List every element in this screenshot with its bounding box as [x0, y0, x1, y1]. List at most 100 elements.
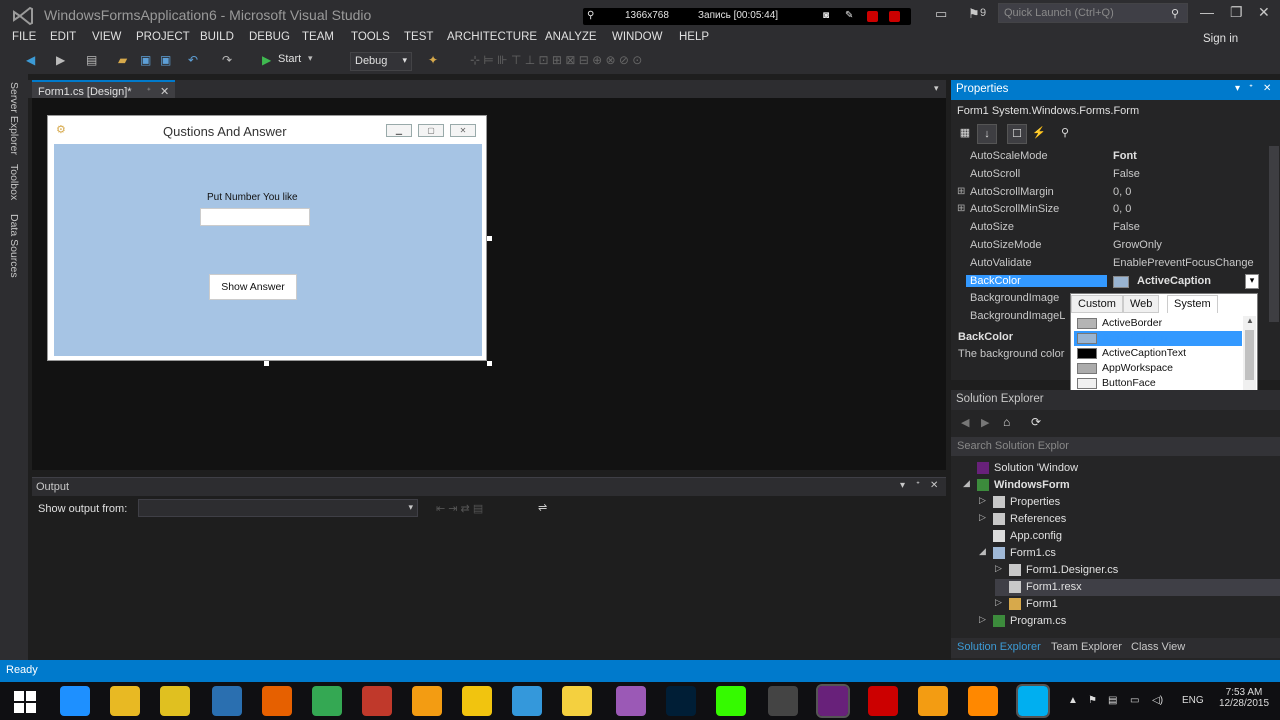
taskbar-app-v-icon[interactable] — [562, 686, 592, 716]
tree-node[interactable]: ▷ Form1 — [995, 596, 1280, 613]
property-value[interactable]: 0, 0 — [1113, 203, 1131, 215]
output-dropdown-icon[interactable]: ▾ — [900, 480, 905, 491]
resize-handle-right[interactable] — [487, 236, 492, 241]
expand-arrow-icon[interactable]: ▷ — [979, 495, 986, 506]
output-pin-icon[interactable]: ᐩ — [916, 480, 920, 491]
tree-node[interactable]: ◢ Form1.cs — [979, 545, 1280, 562]
expand-arrow-icon[interactable]: ▷ — [995, 597, 1002, 608]
menu-edit[interactable]: EDIT — [50, 31, 76, 43]
sol-forward-icon[interactable]: ▶ — [981, 416, 989, 429]
properties-object-selector[interactable]: Form1 System.Windows.Forms.Form — [957, 105, 1139, 117]
property-value[interactable]: EnablePreventFocusChange — [1113, 257, 1254, 269]
taskbar-app-blue-icon[interactable] — [212, 686, 242, 716]
tab-form1-design[interactable]: Form1.cs [Design]* ᐩ ✕ — [32, 80, 176, 98]
tab-team-explorer[interactable]: Team Explorer — [1051, 641, 1122, 653]
alphabetical-icon[interactable]: ↓ — [977, 124, 997, 144]
taskbar-recorder-icon[interactable] — [868, 686, 898, 716]
tree-node[interactable]: ▷ Program.cs — [979, 613, 1280, 630]
expand-arrow-icon[interactable]: ▷ — [979, 614, 986, 625]
taskbar-app-gem-icon[interactable] — [616, 686, 646, 716]
property-row[interactable]: AutoSizeMode GrowOnly — [951, 237, 1266, 255]
resize-handle-bottom[interactable] — [264, 361, 269, 366]
menu-analyze[interactable]: ANALYZE — [545, 31, 597, 43]
expand-icon[interactable]: ⊞ — [957, 186, 965, 197]
taskbar-vlc-icon[interactable] — [968, 686, 998, 716]
open-file-icon[interactable]: ▰ — [118, 53, 127, 67]
tab-custom[interactable]: Custom — [1071, 295, 1123, 313]
tree-node[interactable]: Form1.resx — [995, 579, 1280, 596]
tree-node[interactable]: ▷ Properties — [979, 494, 1280, 511]
events-icon[interactable]: ⚡ — [1029, 124, 1049, 144]
start-button[interactable]: Start — [278, 53, 301, 65]
property-value[interactable]: ActiveCaption — [1137, 275, 1211, 287]
close-tab-icon[interactable]: ✕ — [160, 86, 169, 98]
taskbar-skype-icon[interactable] — [1016, 684, 1050, 718]
properties-scrollbar[interactable] — [1269, 146, 1279, 322]
maximize-button[interactable]: ❐ — [1230, 4, 1243, 21]
property-value[interactable]: Font — [1113, 150, 1137, 162]
menu-test[interactable]: TEST — [404, 31, 433, 43]
menu-architecture[interactable]: ARCHITECTURE — [447, 31, 537, 43]
tab-list-chevron-icon[interactable]: ▾ — [934, 83, 939, 94]
color-item[interactable]: ActiveCaption — [1074, 331, 1242, 346]
start-dropdown-icon[interactable]: ▾ — [308, 53, 313, 64]
save-icon[interactable]: ▣ — [140, 53, 151, 67]
feedback-icon[interactable]: ▭ — [935, 6, 947, 22]
menu-debug[interactable]: DEBUG — [249, 31, 290, 43]
recorder-pen-icon[interactable]: ✎ — [845, 10, 853, 21]
form-client-area[interactable]: Put Number You like Show Answer — [54, 144, 482, 356]
taskbar-media-player-icon[interactable] — [918, 686, 948, 716]
sol-back-icon[interactable]: ◀ — [961, 416, 969, 429]
expand-arrow-icon[interactable]: ◢ — [979, 546, 986, 557]
color-item[interactable]: AppWorkspace — [1074, 361, 1242, 376]
save-all-icon[interactable]: ▣ — [160, 53, 171, 67]
taskbar-app-yellow-icon[interactable] — [462, 686, 492, 716]
start-icon[interactable]: ▶ — [262, 53, 271, 67]
expand-arrow-icon[interactable]: ▷ — [995, 563, 1002, 574]
language-indicator[interactable]: ENG — [1182, 695, 1204, 706]
taskbar-terminal-icon[interactable] — [768, 686, 798, 716]
taskbar-explorer-icon[interactable] — [110, 686, 140, 716]
quick-launch-input[interactable]: Quick Launch (Ctrl+Q) ⚲ — [998, 3, 1188, 23]
redo-icon[interactable]: ↷ — [222, 53, 232, 67]
property-value[interactable]: 0, 0 — [1113, 186, 1131, 198]
menu-project[interactable]: PROJECT — [136, 31, 190, 43]
tab-solution-explorer[interactable]: Solution Explorer — [957, 641, 1041, 653]
tab-class-view[interactable]: Class View — [1131, 641, 1185, 653]
property-row[interactable]: AutoSize False — [951, 219, 1266, 237]
pin-icon[interactable]: ᐩ — [147, 86, 151, 98]
taskbar-firefox-icon[interactable] — [262, 686, 292, 716]
menu-window[interactable]: WINDOW — [612, 31, 662, 43]
property-pages-icon[interactable]: ⚲ — [1055, 124, 1075, 144]
resize-handle-corner[interactable] — [487, 361, 492, 366]
form-designer-window[interactable]: ⚙ Qustions And Answer ▁ ▢ ✕ Put Number Y… — [47, 115, 487, 361]
output-close-icon[interactable]: ✕ — [930, 480, 938, 491]
new-project-icon[interactable]: ▤ — [86, 53, 97, 67]
sign-in-link[interactable]: Sign in — [1203, 33, 1238, 45]
action-center-icon[interactable]: ⚑ — [1088, 695, 1097, 706]
tree-node[interactable]: ◢ WindowsForm — [963, 477, 1280, 494]
taskbar-dreamweaver-icon[interactable] — [716, 686, 746, 716]
taskbar-chrome-icon[interactable] — [312, 686, 342, 716]
volume-icon[interactable]: ◁) — [1152, 695, 1163, 706]
tree-node[interactable]: Solution 'Window — [963, 460, 1280, 477]
menu-view[interactable]: VIEW — [92, 31, 121, 43]
taskbar-visual-studio-icon[interactable] — [816, 684, 850, 718]
property-row[interactable]: ⊞ AutoScrollMinSize 0, 0 — [951, 201, 1266, 219]
recorder-pause-button[interactable] — [867, 11, 878, 22]
clock[interactable]: 7:53 AM 12/28/2015 — [1218, 687, 1270, 709]
taskbar-app-red-icon[interactable] — [362, 686, 392, 716]
property-row[interactable]: AutoScroll False — [951, 166, 1266, 184]
properties-close-icon[interactable]: ✕ — [1263, 83, 1271, 94]
word-wrap-icon[interactable]: ⇌ — [538, 501, 547, 514]
expand-arrow-icon[interactable]: ▷ — [979, 512, 986, 523]
expand-icon[interactable]: ⊞ — [957, 203, 965, 214]
undo-icon[interactable]: ↶ — [188, 53, 198, 67]
scroll-thumb[interactable] — [1245, 330, 1254, 380]
property-row[interactable]: ⊞ AutoScrollMargin 0, 0 — [951, 184, 1266, 202]
tray-expand-icon[interactable]: ▲ — [1068, 695, 1078, 706]
tab-toolbox[interactable]: Toolbox — [8, 164, 20, 200]
properties-view-icon[interactable]: ☐ — [1007, 124, 1027, 144]
tree-node[interactable]: ▷ References — [979, 511, 1280, 528]
taskbar-fl-studio-icon[interactable] — [412, 686, 442, 716]
